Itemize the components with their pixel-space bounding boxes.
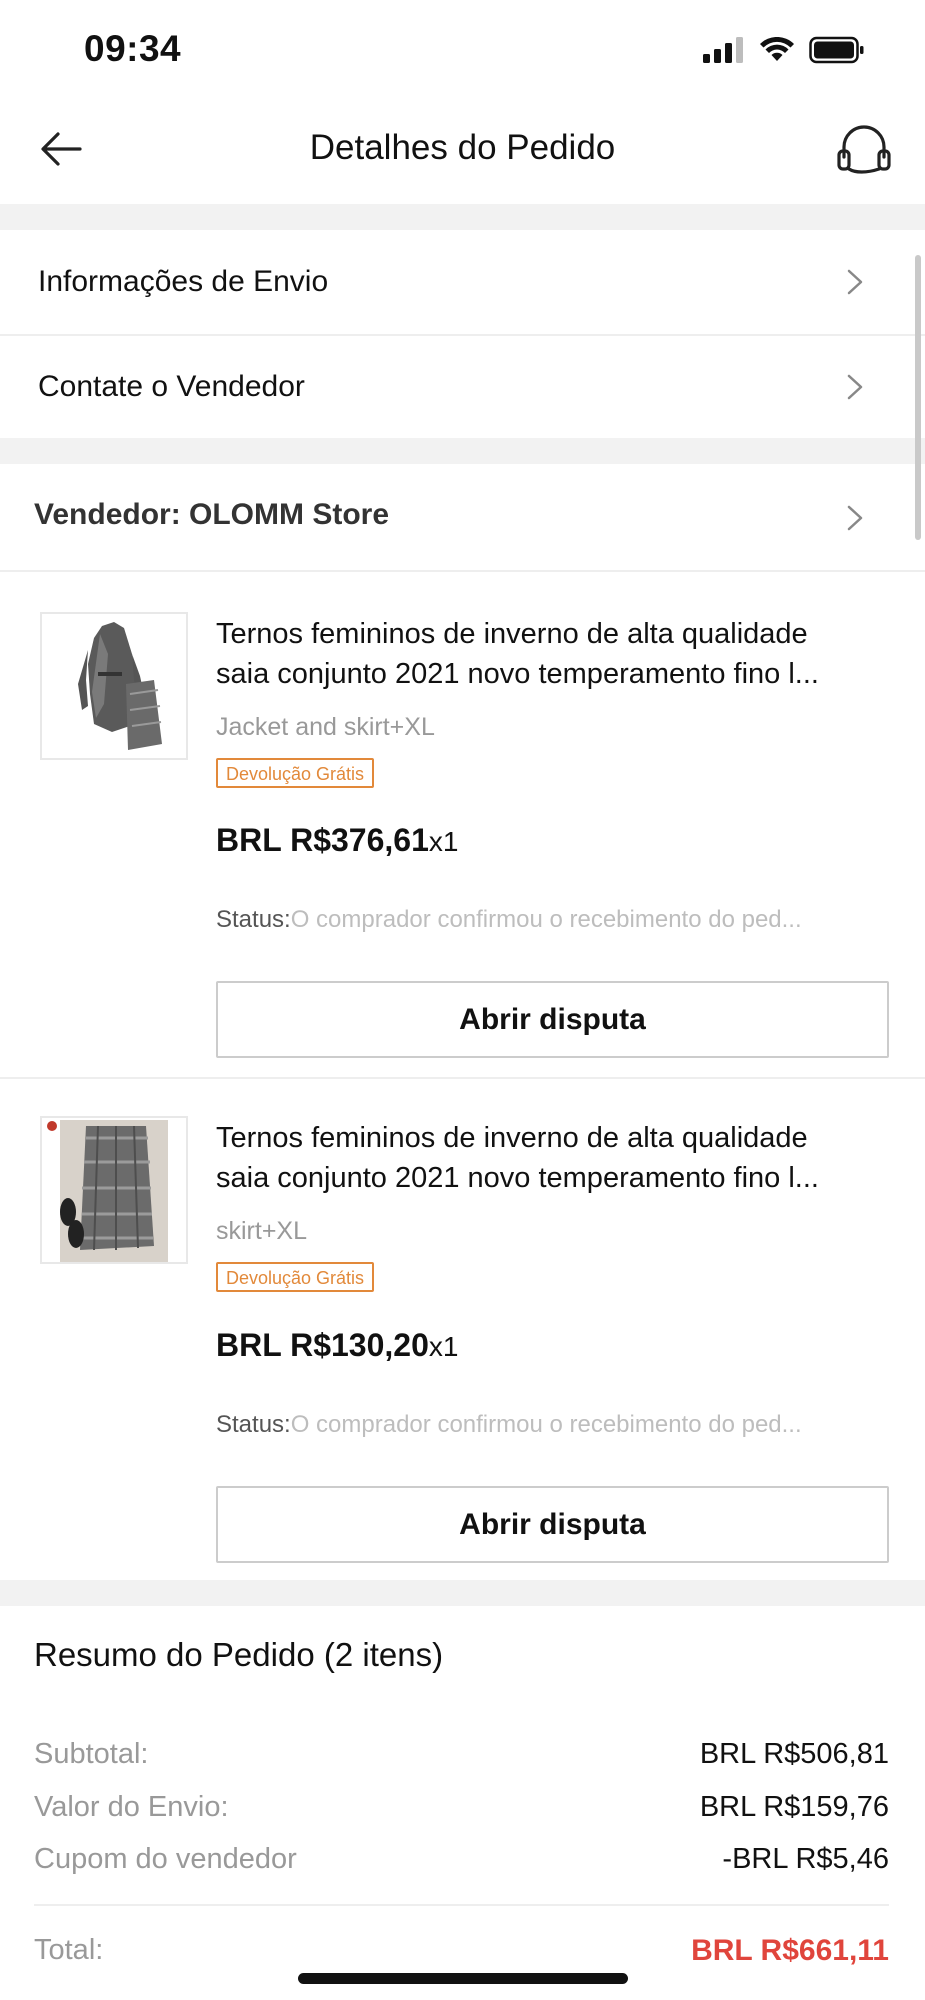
chevron-right-icon <box>847 374 863 400</box>
status-value: O comprador confirmou o recebimento do p… <box>290 1411 802 1438</box>
coat-and-skirt-image <box>42 614 186 758</box>
section-separator <box>0 1580 925 1606</box>
quantity: x1 <box>428 1331 459 1362</box>
total-label: Total: <box>34 1934 104 1966</box>
section-separator <box>0 438 925 464</box>
quantity: x1 <box>428 826 459 857</box>
subtotal-label: Subtotal: <box>34 1738 149 1770</box>
open-dispute-button[interactable]: Abrir disputa <box>216 1486 889 1563</box>
seller-name[interactable]: Vendedor: OLOMM Store <box>34 498 389 532</box>
section-separator <box>0 204 925 230</box>
status-icons <box>703 36 865 64</box>
battery-icon <box>809 36 864 64</box>
home-indicator[interactable] <box>298 1973 628 1984</box>
product-title-line: Ternos femininos de inverno de alta qual… <box>216 1122 808 1154</box>
skirt-image <box>42 1118 186 1262</box>
divider <box>0 570 925 572</box>
product-thumbnail[interactable] <box>40 1116 188 1264</box>
wifi-icon <box>760 37 794 61</box>
product-title-line: saia conjunto 2021 novo temperamento fin… <box>216 658 819 690</box>
price-value: BRL R$130,20 <box>216 1327 429 1363</box>
subtotal-value: BRL R$506,81 <box>699 1738 889 1770</box>
total-value: BRL R$661,11 <box>691 1934 889 1967</box>
contact-seller-label: Contate o Vendedor <box>38 370 305 403</box>
free-return-badge: Devolução Grátis <box>216 1262 375 1292</box>
open-dispute-button[interactable]: Abrir disputa <box>216 981 889 1058</box>
seller-coupon-label: Cupom do vendedor <box>34 1843 297 1875</box>
product-title[interactable]: Ternos femininos de inverno de alta qual… <box>216 614 896 694</box>
order-status: Status:O comprador confirmou o recebimen… <box>216 906 896 934</box>
customer-service-headset-icon[interactable] <box>835 123 893 177</box>
product-price: BRL R$130,20x1 <box>216 1327 458 1364</box>
chevron-right-icon[interactable] <box>843 504 867 532</box>
chevron-right-icon <box>847 269 863 295</box>
product-variant: Jacket and skirt+XL <box>216 713 435 741</box>
free-return-badge: Devolução Grátis <box>216 758 375 788</box>
shipping-info-row[interactable]: Informações de Envio <box>0 230 925 334</box>
shipping-cost-label: Valor do Envio: <box>34 1791 229 1823</box>
status-value: O comprador confirmou o recebimento do p… <box>290 906 802 933</box>
contact-seller-row[interactable]: Contate o Vendedor <box>0 336 925 438</box>
order-summary-title: Resumo do Pedido (2 itens) <box>34 1636 444 1673</box>
divider <box>0 1077 925 1079</box>
price-value: BRL R$376,61 <box>216 822 429 858</box>
shipping-info-label: Informações de Envio <box>38 265 329 298</box>
status-label: Status: <box>216 1411 291 1438</box>
product-title[interactable]: Ternos femininos de inverno de alta qual… <box>216 1118 896 1198</box>
seller-coupon-value: -BRL R$5,46 <box>722 1843 889 1875</box>
product-price: BRL R$376,61x1 <box>216 822 458 859</box>
status-time: 09:34 <box>84 28 182 69</box>
product-thumbnail[interactable] <box>40 612 188 760</box>
product-title-line: saia conjunto 2021 novo temperamento fin… <box>216 1162 819 1194</box>
product-variant: skirt+XL <box>216 1217 308 1245</box>
order-status: Status:O comprador confirmou o recebimen… <box>216 1411 896 1439</box>
product-title-line: Ternos femininos de inverno de alta qual… <box>216 618 808 650</box>
shipping-cost-value: BRL R$159,76 <box>699 1791 889 1823</box>
signal-icon <box>703 37 743 63</box>
page-title: Detalhes do Pedido <box>309 128 616 167</box>
status-label: Status: <box>216 906 291 933</box>
scrollbar[interactable] <box>915 255 921 540</box>
divider <box>34 1904 889 1906</box>
